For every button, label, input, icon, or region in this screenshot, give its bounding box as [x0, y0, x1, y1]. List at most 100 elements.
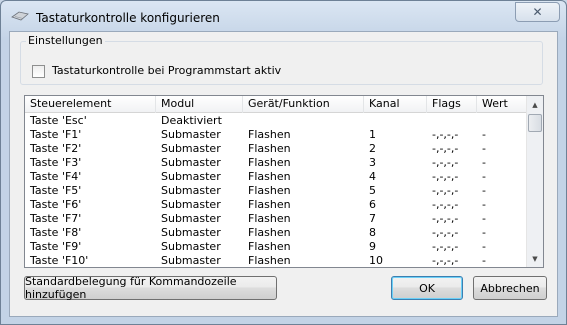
- cell-kanal: 10: [369, 254, 383, 267]
- cell-flags: -,-,-,-: [432, 142, 459, 155]
- cell-steuerelement: Taste 'F6': [30, 198, 82, 211]
- cell-steuerelement: Taste 'Esc': [30, 114, 87, 127]
- cell-wert: -: [482, 240, 486, 253]
- list-header: Steuerelement Modul Gerät/Funktion Kanal…: [25, 96, 528, 113]
- dialog-window: Tastaturkontrolle konfigurieren ✕ Einste…: [0, 0, 567, 325]
- dialog-client-area: Einstellungen Tastaturkontrolle bei Prog…: [9, 31, 558, 317]
- cell-modul: Submaster: [161, 170, 221, 183]
- cell-flags: -,-,-,-: [432, 212, 459, 225]
- cell-kanal: 9: [369, 240, 376, 253]
- table-row[interactable]: Taste 'F3' Submaster Flashen 3 -,-,-,- -: [25, 156, 528, 170]
- table-row[interactable]: Taste 'F6' Submaster Flashen 6 -,-,-,- -: [25, 198, 528, 212]
- list-body: Taste 'Esc' Deaktiviert Taste 'F1' Submaste…: [25, 114, 528, 267]
- table-row[interactable]: Taste 'Esc' Deaktiviert: [25, 114, 528, 128]
- column-header-steuerelement[interactable]: Steuerelement: [25, 96, 156, 113]
- cell-modul: Submaster: [161, 184, 221, 197]
- cell-modul: Submaster: [161, 226, 221, 239]
- cell-modul: Submaster: [161, 156, 221, 169]
- column-header-modul[interactable]: Modul: [156, 96, 243, 113]
- cell-wert: -: [482, 170, 486, 183]
- cell-kanal: 2: [369, 142, 376, 155]
- cell-flags: -,-,-,-: [432, 184, 459, 197]
- column-header-geraet-funktion[interactable]: Gerät/Funktion: [243, 96, 364, 113]
- add-default-mapping-button[interactable]: Standardbelegung für Kommandozeile hinzu…: [24, 275, 277, 301]
- title-bar[interactable]: Tastaturkontrolle konfigurieren ✕: [1, 1, 566, 31]
- cell-geraet-funktion: Flashen: [248, 128, 291, 141]
- table-row[interactable]: Taste 'F8' Submaster Flashen 8 -,-,-,- -: [25, 226, 528, 240]
- table-row[interactable]: Taste 'F9' Submaster Flashen 9 -,-,-,- -: [25, 240, 528, 254]
- cell-geraet-funktion: Flashen: [248, 198, 291, 211]
- cell-modul: Submaster: [161, 142, 221, 155]
- cell-wert: -: [482, 184, 486, 197]
- cell-wert: -: [482, 254, 486, 267]
- cell-geraet-funktion: Flashen: [248, 212, 291, 225]
- cell-geraet-funktion: Flashen: [248, 240, 291, 253]
- cell-modul: Deaktiviert: [161, 114, 222, 127]
- close-button[interactable]: ✕: [515, 2, 560, 22]
- cell-steuerelement: Taste 'F9': [30, 240, 82, 253]
- key-mapping-list[interactable]: Steuerelement Modul Gerät/Funktion Kanal…: [24, 95, 544, 268]
- cell-flags: -,-,-,-: [432, 254, 459, 267]
- cell-steuerelement: Taste 'F3': [30, 156, 82, 169]
- column-header-kanal[interactable]: Kanal: [364, 96, 427, 113]
- table-row[interactable]: Taste 'F10' Submaster Flashen 10 -,-,-,- -: [25, 254, 528, 267]
- table-row[interactable]: Taste 'F1' Submaster Flashen 1 -,-,-,- -: [25, 128, 528, 142]
- table-row[interactable]: Taste 'F4' Submaster Flashen 4 -,-,-,- -: [25, 170, 528, 184]
- cell-flags: -,-,-,-: [432, 170, 459, 183]
- window-title: Tastaturkontrolle konfigurieren: [36, 11, 220, 25]
- table-row[interactable]: Taste 'F2' Submaster Flashen 2 -,-,-,- -: [25, 142, 528, 156]
- cell-modul: Submaster: [161, 240, 221, 253]
- cell-steuerelement: Taste 'F4': [30, 170, 82, 183]
- cell-geraet-funktion: Flashen: [248, 226, 291, 239]
- vertical-scrollbar[interactable]: ▲ ▼: [526, 96, 543, 267]
- cancel-button[interactable]: Abbrechen: [473, 276, 547, 300]
- cell-wert: -: [482, 198, 486, 211]
- cell-geraet-funktion: Flashen: [248, 184, 291, 197]
- cell-modul: Submaster: [161, 198, 221, 211]
- close-icon: ✕: [532, 5, 543, 19]
- cell-modul: Submaster: [161, 128, 221, 141]
- cell-kanal: 4: [369, 170, 376, 183]
- cell-steuerelement: Taste 'F7': [30, 212, 82, 225]
- cell-steuerelement: Taste 'F8': [30, 226, 82, 239]
- settings-group: Einstellungen Tastaturkontrolle bei Prog…: [20, 34, 543, 85]
- scroll-up-icon[interactable]: ▲: [527, 96, 543, 113]
- ok-button[interactable]: OK: [391, 276, 463, 300]
- settings-group-label: Einstellungen: [26, 34, 105, 47]
- cell-geraet-funktion: Flashen: [248, 142, 291, 155]
- cell-geraet-funktion: Flashen: [248, 254, 291, 267]
- cell-flags: -,-,-,-: [432, 240, 459, 253]
- table-row[interactable]: Taste 'F5' Submaster Flashen 5 -,-,-,- -: [25, 184, 528, 198]
- table-row[interactable]: Taste 'F7' Submaster Flashen 7 -,-,-,- -: [25, 212, 528, 226]
- cell-flags: -,-,-,-: [432, 156, 459, 169]
- app-keyboard-icon: [11, 11, 29, 21]
- cell-wert: -: [482, 226, 486, 239]
- autostart-checkbox-label[interactable]: Tastaturkontrolle bei Programmstart akti…: [52, 64, 281, 77]
- cell-modul: Submaster: [161, 254, 221, 267]
- cell-geraet-funktion: Flashen: [248, 170, 291, 183]
- cell-kanal: 7: [369, 212, 376, 225]
- cell-kanal: 8: [369, 226, 376, 239]
- cell-flags: -,-,-,-: [432, 198, 459, 211]
- cell-wert: -: [482, 156, 486, 169]
- cell-steuerelement: Taste 'F5': [30, 184, 82, 197]
- scroll-thumb[interactable]: [528, 114, 542, 132]
- cell-wert: -: [482, 212, 486, 225]
- cell-kanal: 5: [369, 184, 376, 197]
- cell-kanal: 6: [369, 198, 376, 211]
- autostart-checkbox[interactable]: [32, 65, 45, 78]
- cell-modul: Submaster: [161, 212, 221, 225]
- cell-kanal: 3: [369, 156, 376, 169]
- cell-geraet-funktion: Flashen: [248, 156, 291, 169]
- cell-steuerelement: Taste 'F10': [30, 254, 89, 267]
- cell-steuerelement: Taste 'F1': [30, 128, 82, 141]
- cell-kanal: 1: [369, 128, 376, 141]
- cell-wert: -: [482, 128, 486, 141]
- column-header-wert[interactable]: Wert: [477, 96, 528, 113]
- cell-flags: -,-,-,-: [432, 128, 459, 141]
- cell-flags: -,-,-,-: [432, 226, 459, 239]
- cell-wert: -: [482, 142, 486, 155]
- column-header-flags[interactable]: Flags: [427, 96, 477, 113]
- scroll-down-icon[interactable]: ▼: [527, 250, 543, 267]
- cell-steuerelement: Taste 'F2': [30, 142, 82, 155]
